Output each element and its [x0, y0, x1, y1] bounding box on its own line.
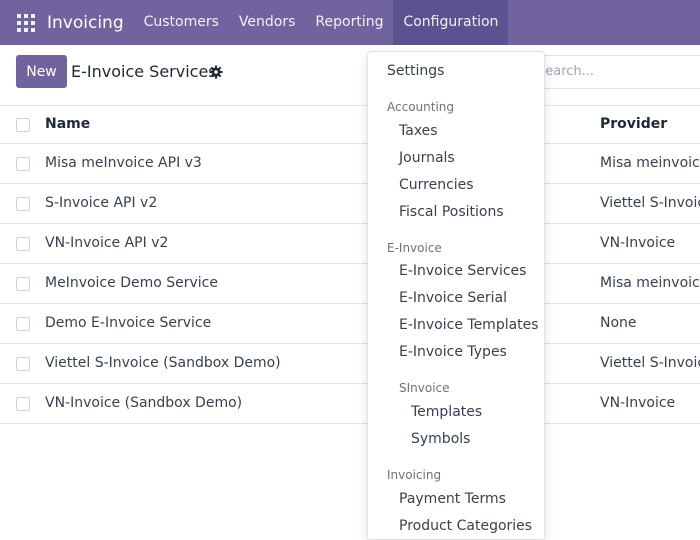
row-checkbox[interactable] — [16, 197, 30, 211]
row-name: Viettel S-Invoice (Sandbox Demo) — [45, 355, 281, 371]
row-provider: VN-Invoice — [600, 235, 676, 251]
table-row[interactable]: S-Invoice API v2 Viettel S-Invoice — [0, 184, 700, 224]
select-all-checkbox[interactable] — [16, 118, 30, 132]
menu-customers[interactable]: Customers — [134, 0, 229, 45]
menu-item-journals[interactable]: Journals — [368, 150, 544, 172]
row-checkbox[interactable] — [16, 157, 30, 171]
control-panel: New E-Invoice Services Search... — [0, 45, 700, 106]
page-title: E-Invoice Services — [71, 62, 217, 81]
menu-item-einvoice-services[interactable]: E-Invoice Services — [368, 263, 544, 285]
table-row[interactable]: Demo E-Invoice Service None — [0, 304, 700, 344]
app-brand[interactable]: Invoicing — [47, 13, 124, 33]
table-row[interactable]: VN-Invoice (Sandbox Demo) VN-Invoice — [0, 384, 700, 424]
menu-item-fiscal-positions[interactable]: Fiscal Positions — [368, 204, 544, 226]
row-provider: Viettel S-Invoice — [600, 355, 700, 371]
menu-item-product-categories[interactable]: Product Categories — [368, 518, 544, 539]
menu-item-einvoice-serial[interactable]: E-Invoice Serial — [368, 290, 544, 312]
row-name: Misa meInvoice API v3 — [45, 155, 202, 171]
row-provider: Viettel S-Invoice — [600, 195, 700, 211]
menu-configuration[interactable]: Configuration — [393, 0, 509, 45]
table-header: Name Provider — [0, 106, 700, 144]
menu-item-payment-terms[interactable]: Payment Terms — [368, 491, 544, 513]
row-name: Demo E-Invoice Service — [45, 315, 212, 331]
table-row[interactable]: Viettel S-Invoice (Sandbox Demo) Viettel… — [0, 344, 700, 384]
configuration-dropdown: Settings Accounting Taxes Journals Curre… — [367, 51, 545, 540]
table-row[interactable]: VN-Invoice API v2 VN-Invoice — [0, 224, 700, 264]
section-header-sinvoice: SInvoice — [399, 381, 450, 395]
menu-item-taxes[interactable]: Taxes — [368, 123, 544, 145]
menu-reporting[interactable]: Reporting — [305, 0, 393, 45]
row-checkbox[interactable] — [16, 397, 30, 411]
table-row[interactable]: MeInvoice Demo Service Misa meinvoice — [0, 264, 700, 304]
menu-vendors[interactable]: Vendors — [229, 0, 305, 45]
row-provider: None — [600, 315, 637, 331]
menu-item-settings[interactable]: Settings — [368, 63, 544, 85]
top-navbar: Invoicing Customers Vendors Reporting Co… — [0, 0, 700, 45]
row-name: VN-Invoice API v2 — [45, 235, 169, 251]
section-header-invoicing: Invoicing — [387, 468, 442, 482]
menu-item-symbols[interactable]: Symbols — [368, 431, 544, 453]
menu-item-currencies[interactable]: Currencies — [368, 177, 544, 199]
list-table: Name Provider Misa meInvoice API v3 Misa… — [0, 106, 700, 424]
gear-icon[interactable] — [209, 65, 223, 79]
row-name: MeInvoice Demo Service — [45, 275, 218, 291]
menu-item-templates[interactable]: Templates — [368, 404, 544, 426]
row-checkbox[interactable] — [16, 237, 30, 251]
row-name: VN-Invoice (Sandbox Demo) — [45, 395, 243, 411]
new-button[interactable]: New — [16, 55, 67, 88]
search-input[interactable]: Search... — [520, 55, 700, 89]
row-provider: Misa meinvoice — [600, 275, 700, 291]
row-provider: Misa meinvoice — [600, 155, 700, 171]
section-header-accounting: Accounting — [387, 100, 455, 114]
column-header-name[interactable]: Name — [45, 116, 90, 132]
apps-grid-icon[interactable] — [17, 13, 35, 32]
row-checkbox[interactable] — [16, 317, 30, 331]
row-provider: VN-Invoice — [600, 395, 676, 411]
row-checkbox[interactable] — [16, 357, 30, 371]
table-row[interactable]: Misa meInvoice API v3 Misa meinvoice — [0, 144, 700, 184]
row-checkbox[interactable] — [16, 277, 30, 291]
menu-item-einvoice-templates[interactable]: E-Invoice Templates — [368, 317, 544, 339]
column-header-provider[interactable]: Provider — [600, 116, 667, 132]
menu-item-einvoice-types[interactable]: E-Invoice Types — [368, 344, 544, 366]
row-name: S-Invoice API v2 — [45, 195, 158, 211]
section-header-einvoice: E-Invoice — [387, 241, 442, 255]
